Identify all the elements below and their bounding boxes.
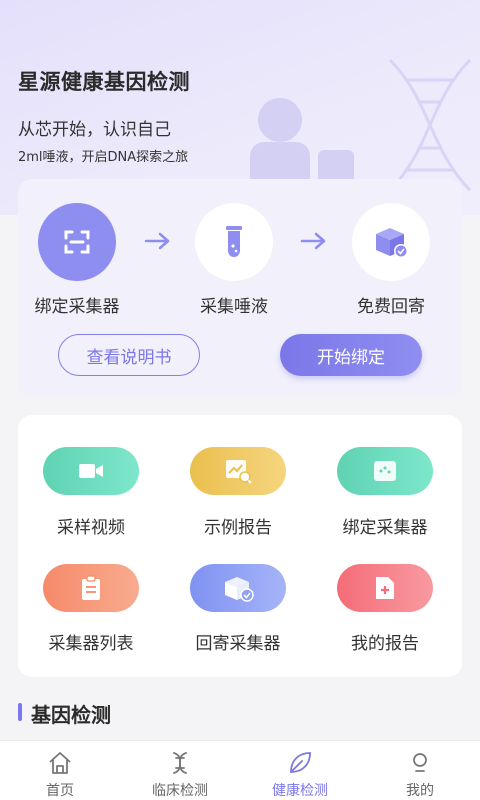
report-chart-icon — [226, 460, 252, 484]
profile-icon — [413, 753, 427, 772]
hero-subtitle: 从芯开始，认识自己 — [18, 120, 171, 140]
step-collect-saliva — [195, 203, 273, 281]
return-collector-button[interactable] — [190, 564, 286, 612]
sampling-video-button[interactable] — [43, 447, 139, 495]
box-check-icon — [376, 228, 408, 258]
tab-profile[interactable]: 我的 — [360, 741, 480, 800]
grid-label-video: 采样视频 — [57, 518, 125, 538]
tab-health[interactable]: 健康检测 — [240, 741, 360, 800]
tab-label-health: 健康检测 — [272, 783, 328, 799]
services-grid: 采样视频 示例报告 绑定采集器 采集器列表 回寄采集器 我的报告 — [18, 415, 462, 677]
tab-label-clinical: 临床检测 — [152, 783, 208, 799]
page-title: 星源健康基因检测 — [18, 70, 190, 94]
grid-label-sample-report: 示例报告 — [204, 518, 272, 538]
section-title-gene-testing: 基因检测 — [31, 703, 111, 727]
view-manual-button[interactable]: 查看说明书 — [58, 334, 200, 376]
scan-icon — [64, 230, 90, 254]
bind-steps-card: 绑定采集器 采集唾液 免费回寄 查看说明书 开始绑定 — [18, 179, 462, 397]
video-icon — [79, 464, 103, 478]
clinical-icon — [173, 752, 187, 774]
arrow-right-icon — [300, 232, 326, 250]
hero-tagline: 2ml唾液，开启DNA探索之旅 — [18, 150, 189, 165]
step-label-collect: 采集唾液 — [200, 297, 268, 317]
clipboard-icon — [82, 575, 100, 600]
grid-label-collector-list: 采集器列表 — [48, 634, 134, 654]
home-icon — [49, 752, 71, 774]
section-accent-bar — [18, 703, 22, 721]
step-label-return: 免费回寄 — [357, 297, 425, 317]
collector-list-button[interactable] — [43, 564, 139, 612]
sample-report-button[interactable] — [190, 447, 286, 495]
bottom-tab-bar: 首页 临床检测 健康检测 我的 — [0, 740, 480, 800]
step-bind-collector — [38, 203, 116, 281]
tab-label-home: 首页 — [46, 783, 74, 799]
tab-label-profile: 我的 — [406, 783, 434, 799]
collector-icon — [374, 461, 396, 481]
box-return-icon — [225, 577, 254, 602]
tab-home[interactable]: 首页 — [0, 741, 120, 800]
step-free-return — [352, 203, 430, 281]
test-tube-icon — [226, 226, 242, 257]
step-label-bind: 绑定采集器 — [34, 297, 120, 317]
tab-clinical[interactable]: 临床检测 — [120, 741, 240, 800]
start-binding-button[interactable]: 开始绑定 — [280, 334, 422, 376]
grid-label-my-reports: 我的报告 — [351, 634, 419, 654]
document-plus-icon — [376, 577, 394, 599]
leaf-icon — [290, 752, 311, 773]
grid-label-bind-collector: 绑定采集器 — [342, 518, 428, 538]
grid-label-return-collector: 回寄采集器 — [195, 634, 281, 654]
bind-collector-button[interactable] — [337, 447, 433, 495]
my-reports-button[interactable] — [337, 564, 433, 612]
arrow-right-icon — [144, 232, 170, 250]
